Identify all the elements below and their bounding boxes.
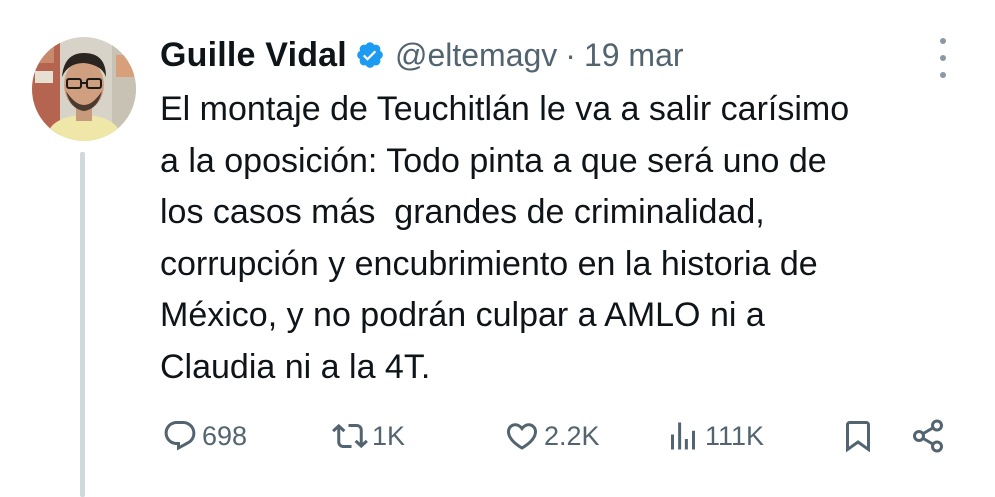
avatar-photo: [32, 37, 136, 141]
views-icon: [671, 422, 695, 450]
more-dot: [940, 55, 946, 61]
bookmark-icon: [846, 421, 870, 453]
reply-count: 698: [202, 420, 248, 451]
avatar[interactable]: [32, 37, 136, 141]
action-bar: 698 1K 2.2K 111K: [160, 412, 960, 460]
tweet-text-line: los casos más grandes de criminalidad,: [160, 193, 765, 231]
display-name[interactable]: Guille Vidal: [160, 36, 347, 75]
tweet: Guille Vidal @eltemagv · 19 mar El monta…: [0, 0, 995, 497]
tweet-text: El montaje de Teuchitlán le va a salir c…: [160, 84, 980, 393]
views-count: 111K: [705, 420, 765, 451]
retweet-count: 1K: [372, 420, 406, 451]
tweet-text-line: corrupción y encubrimiento en la histori…: [160, 244, 818, 283]
verified-badge-icon: [355, 40, 385, 70]
reply-button[interactable]: 698: [162, 412, 247, 460]
tweet-header: Guille Vidal @eltemagv · 19 mar: [160, 32, 684, 78]
tweet-text-line: a la oposición: Todo pinta a que será un…: [160, 141, 827, 180]
more-dot: [940, 72, 946, 78]
like-icon: [506, 423, 538, 450]
retweet-icon: [332, 423, 368, 449]
retweet-button[interactable]: 1K: [332, 412, 405, 460]
tweet-date[interactable]: 19 mar: [584, 37, 684, 74]
share-button[interactable]: [910, 412, 946, 460]
tweet-text-line: Claudia ni a la 4T.: [160, 347, 431, 386]
like-button[interactable]: 2.2K: [504, 412, 600, 460]
tweet-text-line: El montaje de Teuchitlán le va a salir c…: [160, 90, 850, 128]
more-options-icon[interactable]: [931, 38, 955, 78]
bookmark-button[interactable]: [840, 412, 876, 460]
views-button[interactable]: 111K: [665, 412, 764, 460]
separator: ·: [565, 36, 576, 73]
more-dot: [940, 38, 946, 44]
tweet-text-line: México, y no podrán culpar a AMLO ni a: [160, 296, 765, 334]
handle[interactable]: @eltemagv: [395, 37, 557, 74]
like-count: 2.2K: [544, 420, 600, 451]
reply-icon: [164, 421, 196, 451]
share-icon: [913, 419, 943, 453]
thread-line: [80, 152, 85, 497]
